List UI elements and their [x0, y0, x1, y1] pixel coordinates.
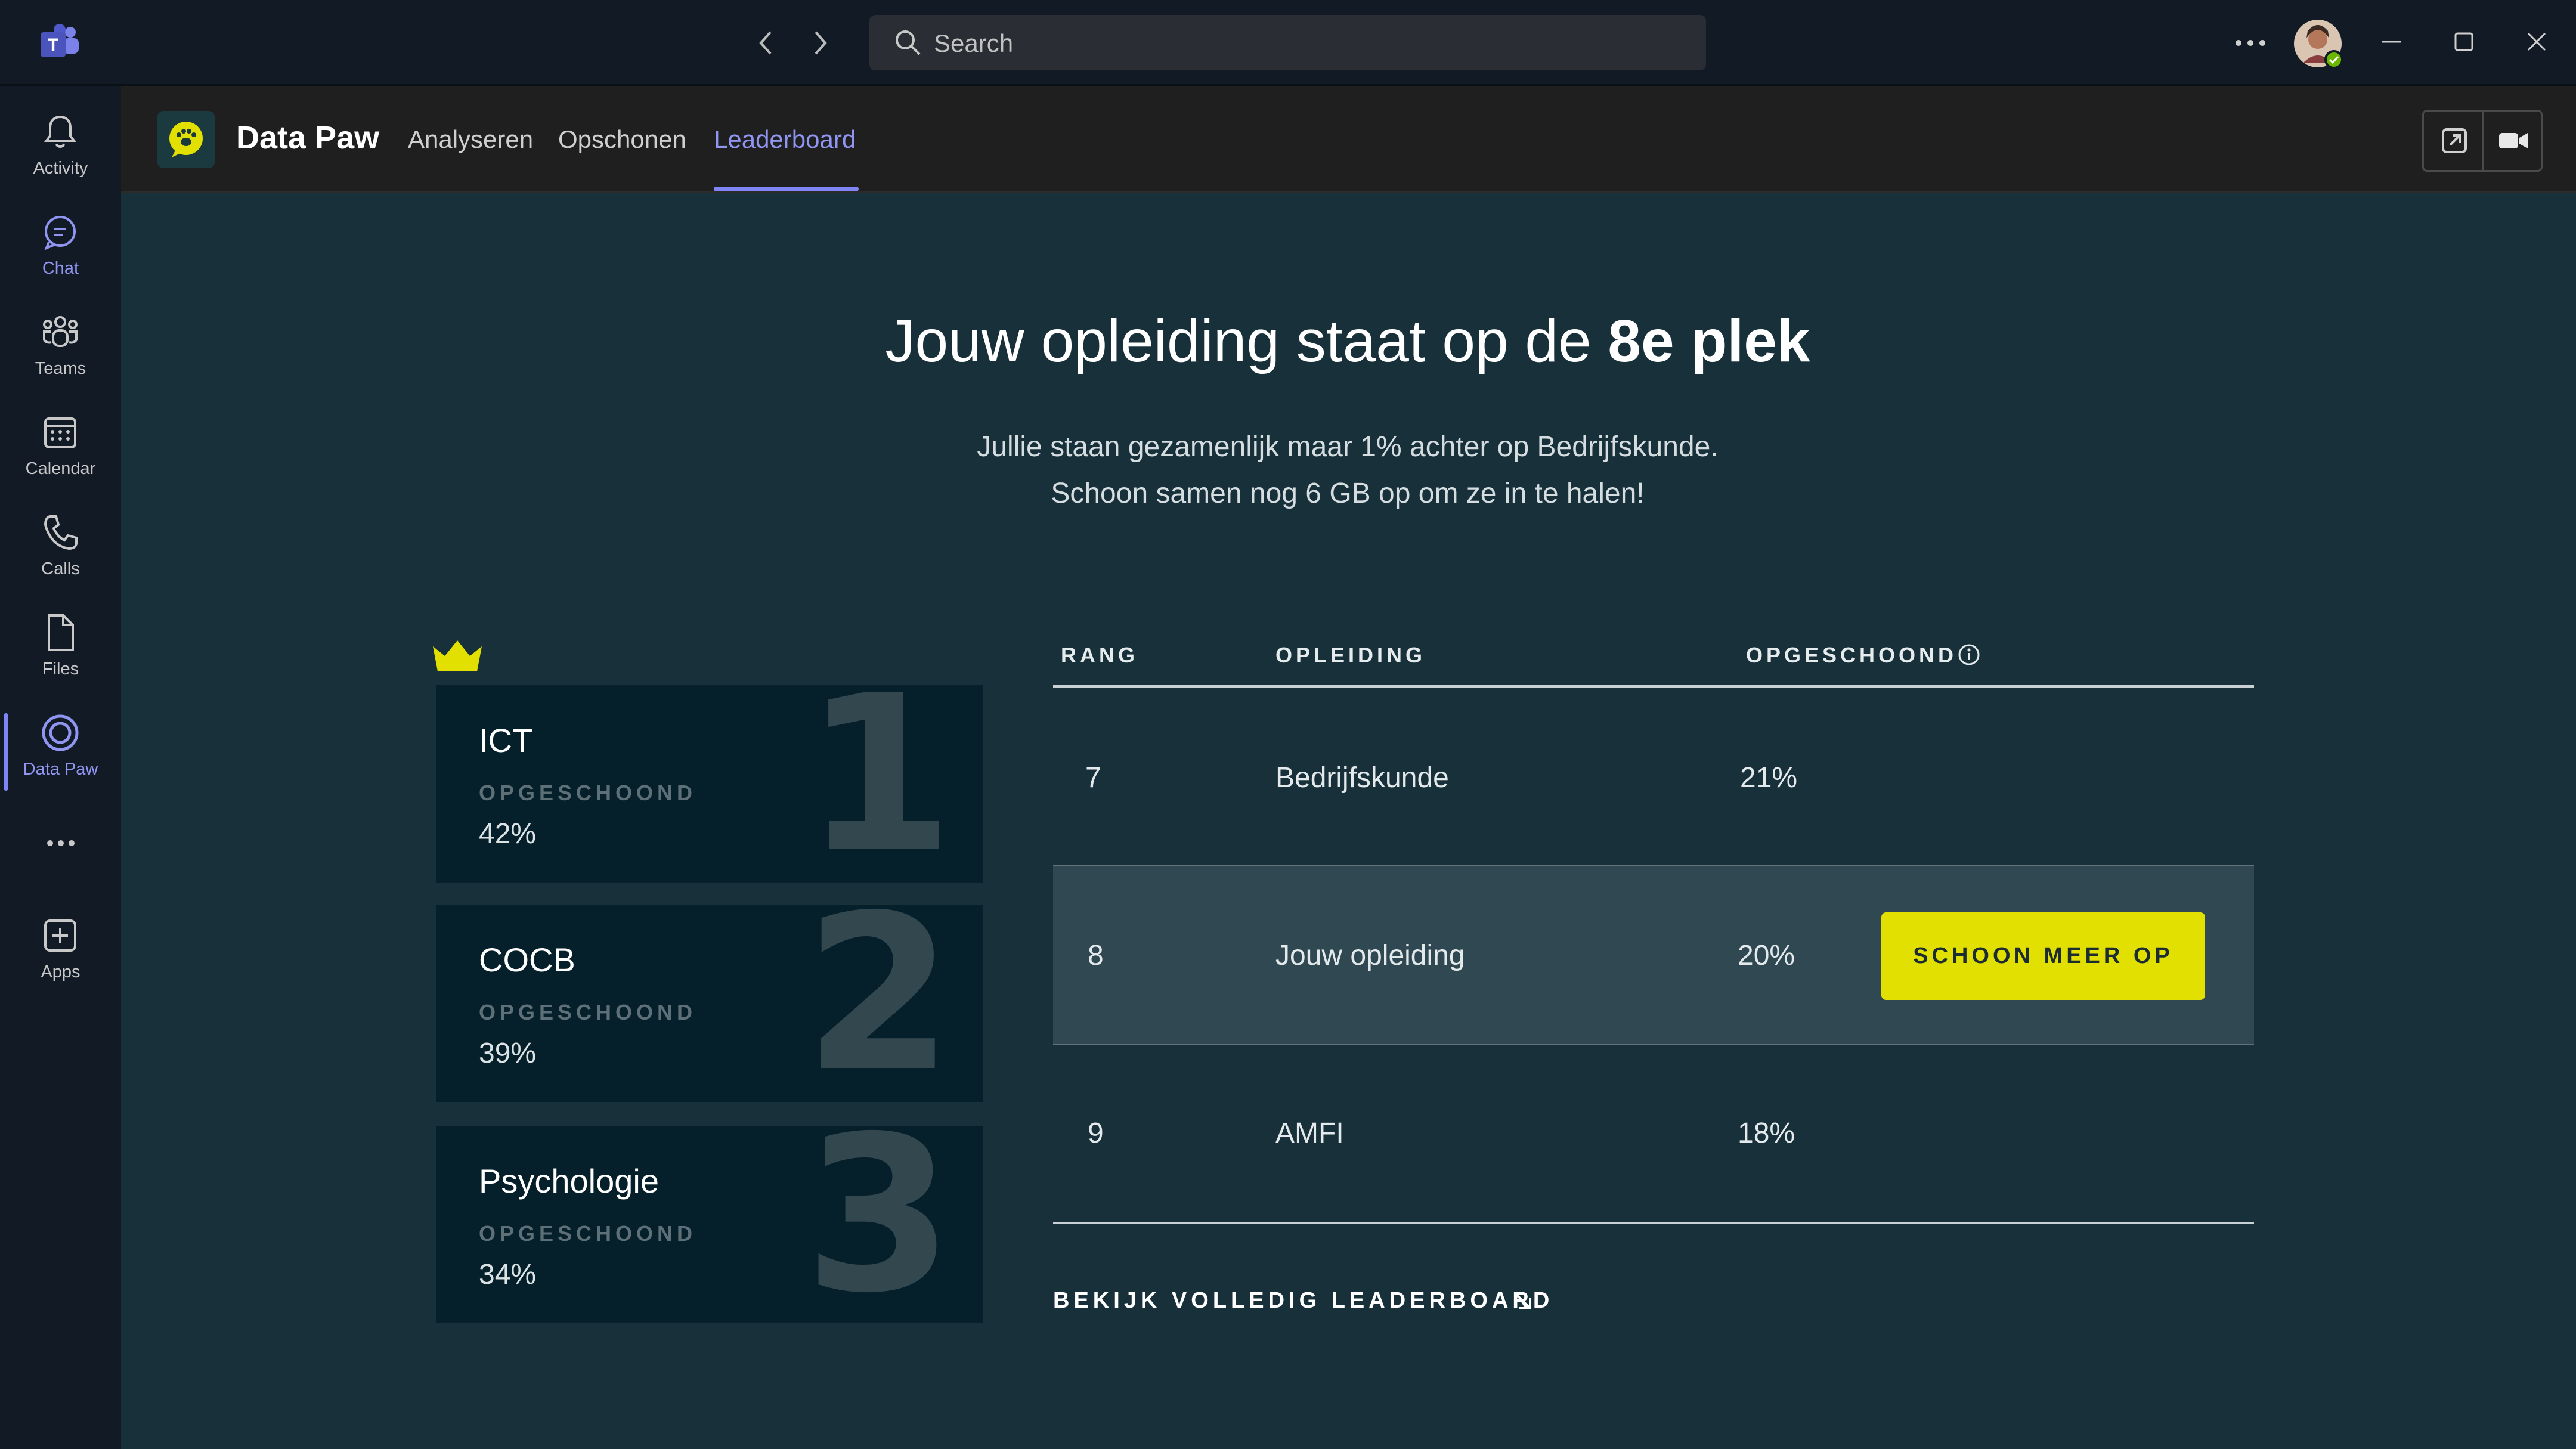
rail-item-files[interactable]: Files	[0, 607, 121, 696]
schoon-meer-op-button[interactable]: SCHOON MEER OP	[1881, 912, 2205, 1000]
file-icon	[39, 612, 81, 654]
page-title-highlight: 8e plek	[1608, 308, 1810, 374]
podium-label: OPGESCHOOND	[479, 781, 697, 805]
divider	[2482, 112, 2484, 170]
podium-name: Psychologie	[479, 1162, 659, 1200]
rail-item-calls[interactable]: Calls	[0, 507, 121, 596]
tab-opschonen[interactable]: Opschonen	[558, 125, 686, 154]
row-value: 21%	[1740, 762, 1798, 794]
header-actions	[2422, 110, 2543, 172]
row-value: 20%	[1738, 940, 1795, 971]
header-opgeschoond: OPGESCHOOND	[1746, 643, 1958, 667]
rail-item-label: Calls	[41, 559, 80, 578]
row-name: Bedrijfskunde	[1275, 762, 1449, 794]
header-rang: RANG	[1061, 643, 1138, 667]
rail-item-label: Data Paw	[23, 760, 98, 779]
podium-name: ICT	[479, 722, 533, 759]
rail-item-label: Files	[42, 660, 79, 679]
podium-rank: 2	[804, 905, 954, 1102]
subtitle-line-2: Schoon samen nog 6 GB op om ze in te hal…	[1051, 478, 1645, 509]
podium-rank: 3	[804, 1126, 954, 1323]
table-row[interactable]: 9 AMFI 18%	[1053, 1045, 2254, 1222]
search-input[interactable]: Search	[869, 15, 1706, 70]
rail-item-label: Apps	[41, 962, 80, 982]
podium-card-3[interactable]: 3 Psychologie OPGESCHOOND 34%	[436, 1126, 983, 1323]
search-icon	[893, 28, 922, 57]
rail-more-icon[interactable]	[42, 834, 80, 853]
search-placeholder: Search	[934, 29, 1014, 57]
rail-item-activity[interactable]: Activity	[0, 106, 121, 196]
full-leaderboard-link[interactable]: BEKIJK VOLLEDIG LEADERBOARD	[1053, 1288, 1553, 1318]
teams-logo-icon: T	[41, 24, 80, 61]
podium-label: OPGESCHOOND	[479, 1000, 697, 1024]
rail-item-apps[interactable]: Apps	[0, 910, 121, 999]
tab-leaderboard[interactable]: Leaderboard	[714, 125, 856, 154]
podium-value: 34%	[479, 1259, 537, 1290]
maximize-icon[interactable]	[2452, 30, 2476, 54]
plus-icon	[39, 915, 81, 956]
page-title: Jouw opleiding staat op de 8e plek	[0, 307, 2576, 376]
podium-card-2[interactable]: 2 COCB OPGESCHOOND 39%	[436, 905, 983, 1102]
row-name: Jouw opleiding	[1275, 940, 1465, 971]
video-icon[interactable]	[2497, 126, 2530, 156]
chat-icon	[39, 211, 81, 253]
arrow-down-right-icon	[1512, 1290, 1536, 1314]
more-icon[interactable]	[2233, 32, 2268, 54]
back-arrow-icon[interactable]	[755, 29, 779, 57]
bell-icon	[39, 111, 81, 153]
table-row[interactable]: 7 Bedrijfskunde 21%	[1053, 688, 2254, 865]
row-name: AMFI	[1275, 1117, 1344, 1149]
data-paw-logo	[157, 111, 215, 168]
podium-value: 42%	[479, 818, 537, 850]
rail-item-label: Chat	[42, 259, 79, 278]
podium-name: COCB	[479, 941, 575, 979]
row-rank: 8	[1088, 940, 1104, 971]
title-bar: T Search	[0, 0, 2576, 86]
crown-icon	[431, 638, 484, 674]
close-icon[interactable]	[2525, 30, 2549, 54]
popout-icon[interactable]	[2439, 126, 2469, 156]
table-bottom-divider	[1053, 1222, 2254, 1224]
podium-rank: 1	[804, 685, 954, 883]
full-leaderboard-label: BEKIJK VOLLEDIG LEADERBOARD	[1053, 1288, 1554, 1313]
subtitle-line-1: Jullie staan gezamenlijk maar 1% achter …	[977, 431, 1719, 463]
rail-item-data-paw[interactable]: Data Paw	[0, 707, 121, 797]
row-value: 18%	[1738, 1117, 1795, 1149]
avatar[interactable]	[2292, 18, 2343, 69]
page-title-prefix: Jouw opleiding staat op de	[885, 308, 1608, 374]
svg-text:T: T	[48, 35, 58, 55]
active-tab-underline	[714, 187, 859, 191]
table-row-highlighted[interactable]: 8 Jouw opleiding 20% SCHOON MEER OP	[1053, 866, 2254, 1044]
phone-icon	[39, 512, 81, 553]
header-opleiding: OPLEIDING	[1275, 643, 1426, 667]
row-rank: 9	[1088, 1117, 1104, 1149]
tab-analyseren[interactable]: Analyseren	[408, 125, 533, 154]
row-rank: 7	[1085, 762, 1101, 794]
podium-label: OPGESCHOOND	[479, 1221, 697, 1246]
podium-value: 39%	[479, 1038, 537, 1069]
minimize-icon[interactable]	[2379, 30, 2403, 54]
forward-arrow-icon[interactable]	[807, 29, 831, 57]
data-paw-icon	[39, 712, 81, 754]
rail-item-label: Activity	[33, 159, 88, 178]
podium-card-1[interactable]: 1 ICT OPGESCHOOND 42%	[436, 685, 983, 883]
rail-item-chat[interactable]: Chat	[0, 206, 121, 296]
app-name: Data Paw	[236, 120, 380, 156]
info-icon[interactable]	[1957, 643, 1981, 667]
